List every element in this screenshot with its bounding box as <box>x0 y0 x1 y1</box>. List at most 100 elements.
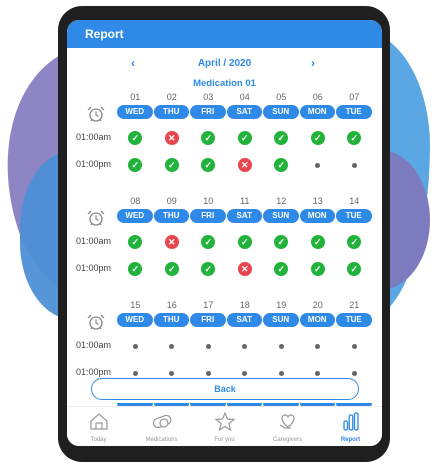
week-block: 01 02 03 04 05 06 07 WED THU FRI SAT SUN MON TUE 01:00… <box>67 92 382 196</box>
dose-cell[interactable]: ✓ <box>300 232 337 252</box>
dose-cell[interactable]: ✕ <box>154 232 191 252</box>
back-button[interactable]: Back <box>91 378 359 400</box>
dose-row: 01:00pm ✓ ✓ ✓ ✕ ✓ ✓ ✓ <box>67 259 382 279</box>
dose-row: 01:00am ✓ ✕ ✓ ✓ ✓ ✓ ✓ <box>67 128 382 148</box>
date-number: 18 <box>239 300 250 310</box>
dose-cell[interactable]: ✓ <box>117 232 154 252</box>
weekday-header: WED THU FRI SAT SUN MON TUE <box>117 313 372 327</box>
dose-cell[interactable]: ✓ <box>263 232 300 252</box>
dose-cell[interactable]: ✓ <box>336 128 373 148</box>
taken-check-icon: ✓ <box>347 131 362 145</box>
dose-time: 01:00pm <box>76 263 112 273</box>
next-month-button[interactable]: › <box>311 56 315 70</box>
date-number: 02 <box>166 92 177 102</box>
date-number: 10 <box>203 196 214 206</box>
taken-check-icon: ✓ <box>128 262 143 276</box>
date-number: 07 <box>349 92 360 102</box>
phone-screen: Report ‹ April / 2020 › Medication 01 01… <box>67 20 382 446</box>
dose-cell[interactable]: ✓ <box>117 128 154 148</box>
dose-cell[interactable]: ✓ <box>190 128 227 148</box>
pending-dot-icon <box>169 343 175 349</box>
pending-dot-icon <box>242 343 248 349</box>
dose-cell[interactable]: ✓ <box>300 128 337 148</box>
weekday-pill: SAT <box>226 209 262 223</box>
dose-cell[interactable]: ✓ <box>117 155 154 175</box>
weekday-pill: MON <box>299 209 335 223</box>
month-navigator: ‹ April / 2020 › <box>67 56 382 76</box>
week-block: 08 09 10 11 12 13 14 WED THU FRI SAT SUN MON TUE 01:00… <box>67 196 382 300</box>
taken-check-icon: ✓ <box>201 235 216 249</box>
dose-cell[interactable]: ✓ <box>190 259 227 279</box>
date-number: 03 <box>203 92 214 102</box>
pending-dot-icon <box>242 370 248 376</box>
weekday-pill: SUN <box>263 105 299 119</box>
weekday-pill: SUN <box>263 313 299 327</box>
dose-cell[interactable] <box>227 336 264 356</box>
dose-cell[interactable] <box>263 336 300 356</box>
dose-row: 01:00pm ✓ ✓ ✓ ✕ ✓ <box>67 155 382 175</box>
dose-cell[interactable]: ✓ <box>336 259 373 279</box>
dose-cell[interactable] <box>300 336 337 356</box>
tab-report[interactable]: Report <box>319 407 382 446</box>
date-number: 04 <box>239 92 250 102</box>
taken-check-icon: ✓ <box>274 235 289 249</box>
taken-check-icon: ✓ <box>347 262 362 276</box>
taken-check-icon: ✓ <box>201 158 216 172</box>
dose-cell[interactable]: ✕ <box>154 128 191 148</box>
weekday-pill: FRI <box>190 313 226 327</box>
dose-cell[interactable]: ✓ <box>154 155 191 175</box>
date-number: 16 <box>166 300 177 310</box>
dose-cell[interactable] <box>336 336 373 356</box>
dose-cell[interactable]: ✓ <box>190 232 227 252</box>
taken-check-icon: ✓ <box>347 235 362 249</box>
pending-dot-icon <box>132 343 138 349</box>
tab-for-you[interactable]: For you <box>193 407 256 446</box>
dose-cell[interactable] <box>117 336 154 356</box>
dose-cell[interactable] <box>154 336 191 356</box>
weekday-pill: MON <box>299 313 335 327</box>
tab-label: Caregivers <box>272 437 302 443</box>
dose-cell[interactable]: ✓ <box>263 155 300 175</box>
tab-medications[interactable]: Medications <box>130 407 193 446</box>
page-title: Report <box>85 27 124 41</box>
weekday-pill: WED <box>117 313 153 327</box>
weekday-pill: THU <box>153 313 189 327</box>
dose-cell[interactable]: ✓ <box>190 155 227 175</box>
dose-cell[interactable] <box>190 336 227 356</box>
dose-time: 01:00am <box>76 236 112 246</box>
pending-dot-icon <box>132 370 138 376</box>
dose-cell[interactable] <box>336 155 373 175</box>
tab-caregivers[interactable]: Caregivers <box>256 407 319 446</box>
pending-dot-icon <box>205 343 211 349</box>
dose-cell[interactable]: ✓ <box>154 259 191 279</box>
weekday-pill: SUN <box>263 209 299 223</box>
dose-cell[interactable]: ✓ <box>227 232 264 252</box>
alarm-clock-icon <box>85 209 107 227</box>
dose-cell[interactable]: ✓ <box>263 259 300 279</box>
dose-cell[interactable]: ✓ <box>227 128 264 148</box>
missed-x-icon: ✕ <box>237 262 252 276</box>
dose-cell[interactable]: ✓ <box>263 128 300 148</box>
dose-cell[interactable]: ✓ <box>336 232 373 252</box>
dose-cell[interactable]: ✕ <box>227 155 264 175</box>
alarm-clock-icon <box>85 105 107 123</box>
weekday-pill: FRI <box>190 209 226 223</box>
pending-dot-icon <box>205 370 211 376</box>
weekday-pill: WED <box>117 105 153 119</box>
tab-today[interactable]: Today <box>67 407 130 446</box>
dose-cell[interactable] <box>300 155 337 175</box>
taken-check-icon: ✓ <box>164 158 179 172</box>
dose-time: 01:00pm <box>76 367 112 377</box>
dose-cell[interactable]: ✓ <box>300 259 337 279</box>
pending-dot-icon <box>169 370 175 376</box>
weekday-pill: THU <box>153 105 189 119</box>
dose-cell[interactable]: ✕ <box>227 259 264 279</box>
bar-chart-icon <box>340 411 362 436</box>
pill-icon <box>151 411 173 436</box>
date-number: 11 <box>240 196 250 206</box>
pending-dot-icon <box>315 343 321 349</box>
tab-label: Report <box>340 437 361 443</box>
dose-cell[interactable]: ✓ <box>117 259 154 279</box>
date-number: 15 <box>130 300 141 310</box>
taken-check-icon: ✓ <box>274 158 289 172</box>
